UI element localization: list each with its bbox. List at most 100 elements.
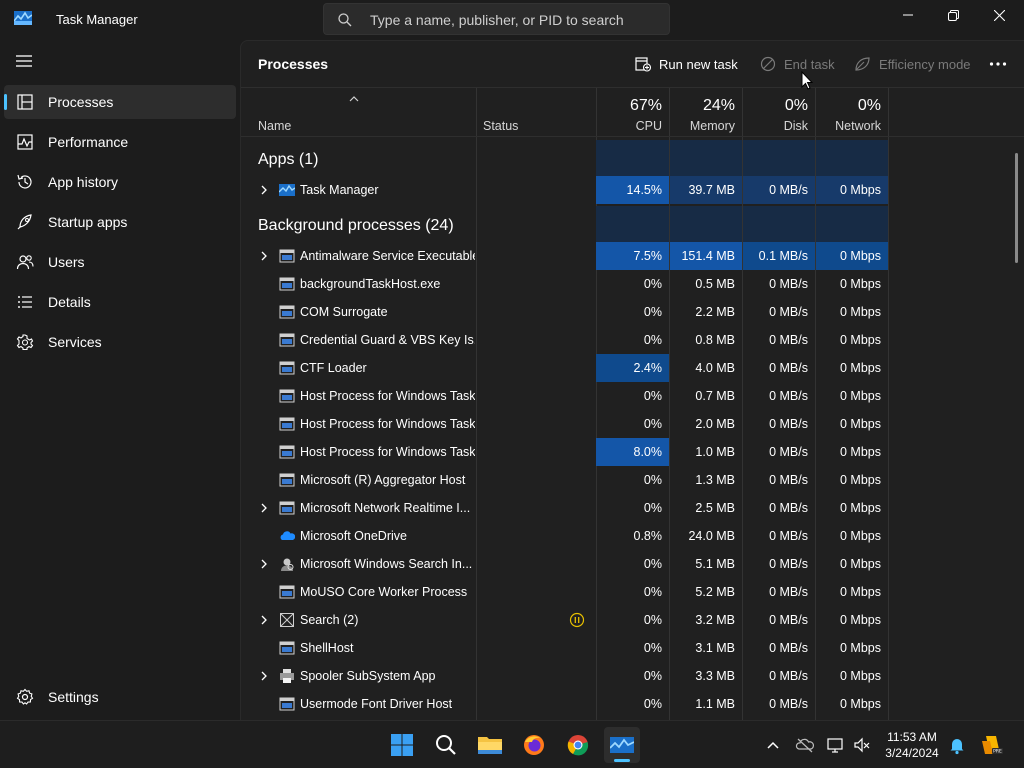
efficiency-mode-button[interactable]: Efficiency mode bbox=[854, 53, 971, 75]
search-icon bbox=[436, 735, 456, 755]
hamburger-menu-icon[interactable] bbox=[14, 52, 34, 70]
process-row[interactable]: MoUSO Core Worker Process 0% 5.2 MB 0 MB/s 0… bbox=[241, 578, 1024, 606]
sidebar-item-processes[interactable]: Processes bbox=[4, 85, 236, 119]
process-name: Usermode Font Driver Host bbox=[300, 697, 453, 711]
sidebar-item-label: Startup apps bbox=[48, 214, 128, 230]
cpu-cell: 0% bbox=[643, 333, 662, 347]
chevron-right-icon[interactable] bbox=[258, 250, 270, 262]
cpu-total-percent: 67% bbox=[629, 97, 662, 114]
process-row[interactable]: Host Process for Windows Tasks 0% 0.7 MB 0 … bbox=[241, 382, 1024, 410]
notification-bell-icon[interactable] bbox=[947, 735, 967, 755]
sidebar-item-label: Users bbox=[48, 254, 85, 270]
run-new-task-button[interactable]: Run new task bbox=[635, 53, 738, 75]
disk-cell: 0 MB/s bbox=[769, 501, 808, 515]
process-row[interactable]: backgroundTaskHost.exe 0% 0.5 MB 0 MB/s 0 Mb… bbox=[241, 270, 1024, 298]
onedrive-tray-icon[interactable] bbox=[795, 735, 815, 755]
process-name: ShellHost bbox=[300, 641, 354, 655]
close-icon bbox=[993, 9, 1005, 21]
column-header-name[interactable]: Name bbox=[241, 88, 476, 138]
taskbar-search-button[interactable] bbox=[428, 727, 464, 763]
window-icon bbox=[279, 277, 295, 291]
restore-icon bbox=[947, 9, 959, 21]
file-explorer-button[interactable] bbox=[472, 727, 508, 763]
window-title: Task Manager bbox=[56, 12, 138, 27]
more-options-button[interactable] bbox=[989, 53, 1015, 75]
sidebar-item-app-history[interactable]: App history bbox=[4, 165, 236, 199]
sidebar-item-services[interactable]: Services bbox=[4, 325, 236, 359]
chevron-right-icon[interactable] bbox=[258, 670, 270, 682]
taskbar-clock[interactable]: 11:53 AM 3/24/2024 bbox=[880, 729, 944, 761]
close-button[interactable] bbox=[976, 0, 1022, 30]
process-row[interactable]: CTF Loader 2.4% 4.0 MB 0 MB/s 0 Mbps bbox=[241, 354, 1024, 382]
minimize-button[interactable] bbox=[885, 0, 931, 30]
scrollbar-thumb[interactable] bbox=[1015, 153, 1018, 263]
process-row[interactable]: COM Surrogate 0% 2.2 MB 0 MB/s 0 Mbps bbox=[241, 298, 1024, 326]
sidebar-item-performance[interactable]: Performance bbox=[4, 125, 236, 159]
process-name: Microsoft OneDrive bbox=[300, 529, 407, 543]
memory-cell: 1.1 MB bbox=[695, 697, 735, 711]
group-disk-cell bbox=[743, 206, 815, 246]
disk-cell: 0 MB/s bbox=[769, 361, 808, 375]
sidebar-item-startup-apps[interactable]: Startup apps bbox=[4, 205, 236, 239]
chevron-up-icon[interactable] bbox=[763, 735, 783, 755]
network-total-percent: 0% bbox=[857, 97, 881, 114]
sidebar-item-settings[interactable]: Settings bbox=[4, 680, 236, 714]
process-row[interactable]: Microsoft Windows Search In... 0% 5.1 MB 0 … bbox=[241, 550, 1024, 578]
process-row[interactable]: Host Process for Windows Tasks 8.0% 1.0 MB… bbox=[241, 438, 1024, 466]
restore-button[interactable] bbox=[930, 0, 976, 30]
process-row[interactable]: Antimalware Service Executable 7.5% 151.4 … bbox=[241, 242, 1024, 270]
process-row[interactable]: ShellHost 0% 3.1 MB 0 MB/s 0 Mbps bbox=[241, 634, 1024, 662]
process-row[interactable]: Host Process for Windows Tasks 0% 2.0 MB 0 … bbox=[241, 410, 1024, 438]
firefox-button[interactable] bbox=[516, 727, 552, 763]
end-task-button[interactable]: End task bbox=[760, 53, 835, 75]
network-cell: 0 Mbps bbox=[840, 585, 881, 599]
mouse-cursor-icon bbox=[801, 71, 813, 90]
chevron-right-icon[interactable] bbox=[258, 184, 270, 196]
firefox-icon bbox=[524, 735, 544, 755]
memory-cell: 3.1 MB bbox=[695, 641, 735, 655]
copilot-icon[interactable]: PRE bbox=[980, 733, 1004, 757]
window-icon bbox=[279, 361, 295, 375]
settings-gear-icon bbox=[16, 688, 34, 705]
column-header-cpu[interactable]: 67% CPU bbox=[596, 88, 669, 138]
process-name: Host Process for Windows Tasks bbox=[300, 417, 475, 431]
start-button[interactable] bbox=[384, 727, 420, 763]
process-row[interactable]: Microsoft OneDrive 0.8% 24.0 MB 0 MB/s 0 Mbp… bbox=[241, 522, 1024, 550]
end-task-icon bbox=[760, 56, 776, 72]
column-header-network[interactable]: 0% Network bbox=[816, 88, 888, 138]
cpu-cell: 0% bbox=[643, 669, 662, 683]
search-box[interactable] bbox=[323, 3, 670, 35]
column-header-disk[interactable]: 0% Disk bbox=[743, 88, 815, 138]
column-header-status[interactable]: Status bbox=[466, 88, 596, 138]
process-name: Host Process for Windows Tasks bbox=[300, 389, 475, 403]
sidebar-item-users[interactable]: Users bbox=[4, 245, 236, 279]
chevron-right-icon[interactable] bbox=[258, 614, 270, 626]
task-manager-logo-icon bbox=[14, 11, 32, 25]
process-row[interactable]: Microsoft (R) Aggregator Host 0% 1.3 MB 0 M… bbox=[241, 466, 1024, 494]
disk-cell: 0 MB/s bbox=[769, 557, 808, 571]
search-input[interactable] bbox=[370, 11, 660, 29]
performance-icon bbox=[17, 134, 33, 150]
process-row[interactable]: Credential Guard & VBS Key Is... 0% 0.8 MB… bbox=[241, 326, 1024, 354]
process-row[interactable]: Search (2) 0% 3.2 MB 0 MB/s 0 Mbps bbox=[241, 606, 1024, 634]
group-cpu-cell bbox=[596, 206, 669, 246]
cpu-cell: 0% bbox=[643, 501, 662, 515]
network-icon[interactable] bbox=[826, 735, 846, 755]
process-row[interactable]: Microsoft Network Realtime I... 0% 2.5 MB 0… bbox=[241, 494, 1024, 522]
cpu-cell: 8.0% bbox=[596, 438, 669, 466]
process-row-task-manager[interactable]: Task Manager 14.5% 39.7 MB 0 MB/s 0 Mbps bbox=[241, 176, 1024, 204]
onedrive-icon bbox=[280, 531, 295, 540]
process-row[interactable]: Spooler SubSystem App 0% 3.3 MB 0 MB/s 0 Mbp… bbox=[241, 662, 1024, 690]
volume-muted-icon[interactable] bbox=[852, 735, 872, 755]
chevron-right-icon[interactable] bbox=[258, 558, 270, 570]
window-icon bbox=[279, 417, 295, 431]
network-cell: 0 Mbps bbox=[840, 697, 881, 711]
process-name: MoUSO Core Worker Process bbox=[300, 585, 468, 599]
process-row[interactable]: Usermode Font Driver Host 0% 1.1 MB 0 MB/s 0… bbox=[241, 690, 1024, 718]
column-header-memory[interactable]: 24% Memory bbox=[670, 88, 742, 138]
sidebar-item-details[interactable]: Details bbox=[4, 285, 236, 319]
chevron-right-icon[interactable] bbox=[258, 502, 270, 514]
task-manager-taskbar-button[interactable] bbox=[604, 727, 640, 763]
chrome-button[interactable] bbox=[560, 727, 596, 763]
title-bar: Task Manager bbox=[0, 0, 1024, 40]
